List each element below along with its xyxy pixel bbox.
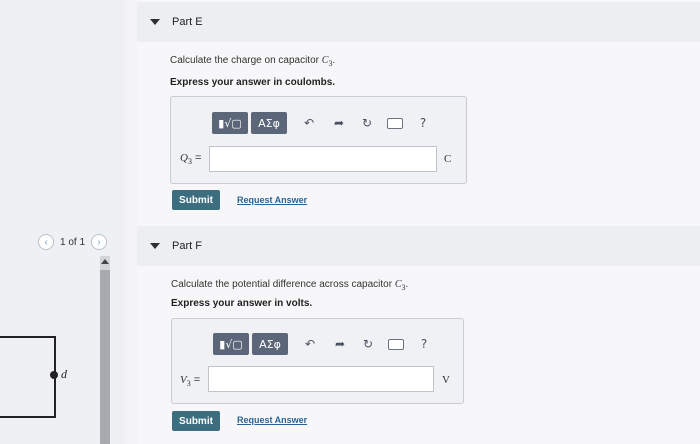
reset-icon[interactable]: ↻ (357, 333, 379, 355)
part-e-instruction: Express your answer in coulombs. (170, 77, 336, 88)
greek-symbols-button[interactable]: ΑΣφ (251, 112, 287, 134)
templates-button[interactable]: ▮√▢ (212, 112, 248, 134)
circuit-node (50, 371, 58, 379)
help-icon[interactable]: ? (412, 112, 434, 134)
templates-button[interactable]: ▮√▢ (213, 333, 249, 355)
part-e-question-text: Calculate the charge on capacitor (170, 55, 322, 66)
part-f-answer-label: V3 = (180, 374, 201, 389)
part-f-instruction: Express your answer in volts. (171, 298, 313, 309)
undo-icon[interactable]: ↶ (299, 333, 321, 355)
part-e-toolbar: ▮√▢ ΑΣφ ↶ ➦ ↻ ? (212, 112, 434, 134)
part-f-question-text: Calculate the potential difference acros… (171, 279, 395, 290)
part-e-submit-button[interactable]: Submit (172, 190, 220, 210)
keyboard-icon[interactable] (384, 112, 406, 134)
caret-down-icon (150, 243, 160, 249)
part-e-title: Part E (172, 16, 203, 28)
caret-down-icon (150, 19, 160, 25)
keyboard-icon[interactable] (385, 333, 407, 355)
undo-icon[interactable]: ↶ (298, 112, 320, 134)
part-e-header[interactable]: Part E (137, 2, 700, 42)
reset-icon[interactable]: ↻ (356, 112, 378, 134)
part-f-unit: V (442, 374, 450, 386)
pager: ‹ 1 of 1 › (38, 234, 108, 250)
part-f-toolbar: ▮√▢ ΑΣφ ↶ ➦ ↻ ? (213, 333, 435, 355)
redo-icon[interactable]: ➦ (329, 333, 351, 355)
part-f-title: Part F (172, 240, 202, 252)
scrollbar-thumb[interactable] (100, 270, 110, 444)
part-e-request-answer-link[interactable]: Request Answer (237, 195, 307, 205)
part-e-question: Calculate the charge on capacitor C3. (170, 55, 335, 68)
part-e-unit: C (444, 153, 452, 165)
chevron-right-icon[interactable]: › (91, 234, 108, 250)
part-e-question-var: C3 (321, 55, 333, 68)
part-f-answer-input[interactable] (208, 366, 434, 392)
scroll-up-icon[interactable] (101, 259, 109, 264)
circuit-wire (0, 336, 56, 418)
part-f-question: Calculate the potential difference acros… (171, 279, 408, 292)
part-e-question-end: . (332, 55, 336, 66)
pager-text: 1 of 1 (60, 236, 86, 248)
part-e-answer-label: Q3 = (180, 152, 202, 167)
chevron-left-icon[interactable]: ‹ (38, 234, 54, 250)
part-e-answer-input[interactable] (209, 146, 437, 172)
part-f-header[interactable]: Part F (137, 226, 700, 266)
part-f-question-var: C3 (394, 279, 406, 292)
part-f-question-end: . (405, 279, 409, 290)
help-icon[interactable]: ? (413, 333, 435, 355)
greek-symbols-button[interactable]: ΑΣφ (252, 333, 288, 355)
redo-icon[interactable]: ➦ (328, 112, 350, 134)
part-f-request-answer-link[interactable]: Request Answer (237, 415, 307, 425)
part-f-submit-button[interactable]: Submit (172, 411, 220, 431)
circuit-node-label: d (61, 367, 67, 381)
